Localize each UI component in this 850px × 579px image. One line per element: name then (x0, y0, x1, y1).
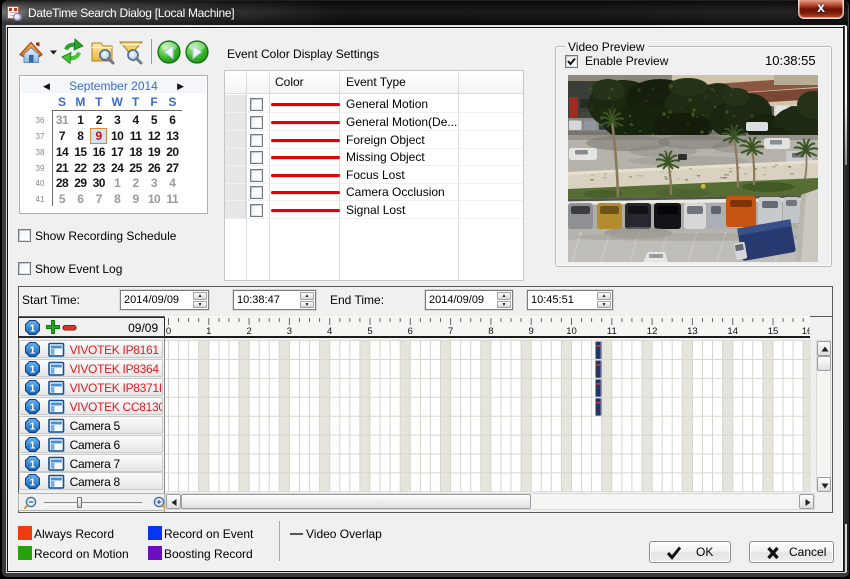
svg-text:2: 2 (246, 326, 251, 337)
svg-text:1: 1 (30, 346, 36, 357)
svg-text:1: 1 (30, 459, 36, 470)
svg-text:1: 1 (30, 421, 36, 432)
svg-text:1: 1 (30, 402, 36, 413)
svg-text:1: 1 (30, 478, 36, 489)
svg-text:4: 4 (327, 326, 332, 337)
svg-text:5: 5 (367, 326, 372, 337)
svg-text:0: 0 (166, 326, 171, 337)
svg-text:3: 3 (287, 326, 292, 337)
svg-text:6: 6 (408, 326, 413, 337)
svg-text:1: 1 (206, 326, 211, 337)
svg-text:8: 8 (488, 326, 493, 337)
svg-text:10: 10 (566, 326, 577, 337)
svg-text:13: 13 (687, 326, 698, 337)
svg-text:1: 1 (30, 440, 36, 451)
svg-text:1: 1 (30, 383, 36, 394)
svg-text:11: 11 (607, 326, 617, 337)
svg-text:12: 12 (647, 326, 658, 337)
svg-text:16: 16 (802, 326, 810, 337)
svg-text:9: 9 (529, 326, 534, 337)
svg-text:7: 7 (448, 326, 453, 337)
svg-text:14: 14 (727, 326, 738, 337)
svg-text:15: 15 (768, 326, 779, 337)
svg-text:1: 1 (30, 365, 36, 376)
